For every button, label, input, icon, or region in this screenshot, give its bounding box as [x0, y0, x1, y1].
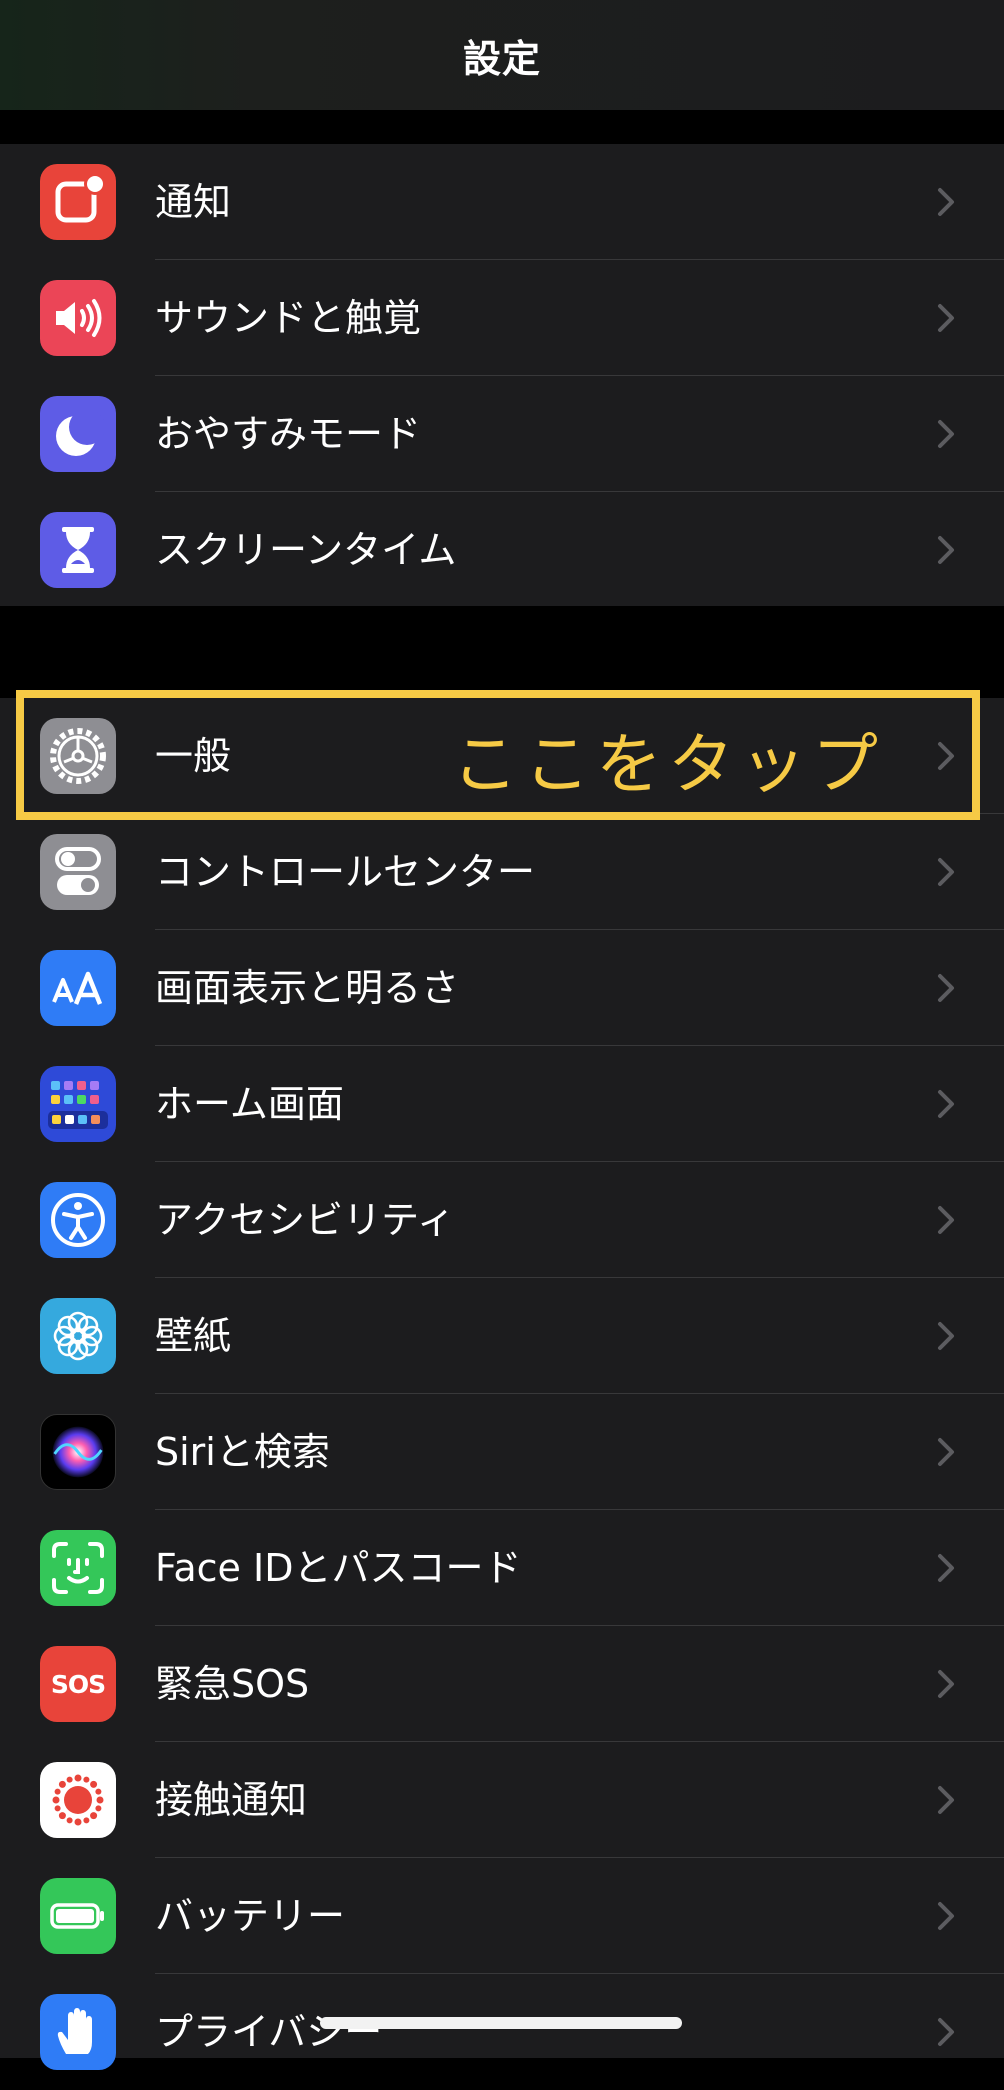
settings-row-label: スクリーンタイム — [155, 528, 457, 572]
chevron-right-icon — [938, 858, 954, 886]
settings-row-wallpaper[interactable]: 壁紙 — [0, 1278, 1004, 1394]
settings-row-label: おやすみモード — [155, 412, 422, 456]
notification-icon — [40, 164, 116, 240]
settings-row-battery[interactable]: バッテリー — [0, 1858, 1004, 1974]
chevron-right-icon — [938, 1206, 954, 1234]
flower-icon — [40, 1298, 116, 1374]
settings-row-control-center[interactable]: コントロールセンター — [0, 814, 1004, 930]
chevron-right-icon — [938, 1902, 954, 1930]
settings-row-label: アクセシビリティ — [155, 1198, 455, 1242]
chevron-right-icon — [938, 1786, 954, 1814]
settings-row-label: 壁紙 — [155, 1314, 232, 1358]
chevron-right-icon — [938, 1090, 954, 1118]
settings-row-sounds[interactable]: サウンドと触覚 — [0, 260, 1004, 376]
home-indicator[interactable] — [320, 2017, 682, 2029]
toggles-icon — [40, 834, 116, 910]
sos-icon: SOS — [40, 1646, 116, 1722]
settings-row-label: 緊急SOS — [155, 1662, 310, 1706]
chevron-right-icon — [938, 974, 954, 1002]
chevron-right-icon — [938, 420, 954, 448]
chevron-right-icon — [938, 536, 954, 564]
battery-icon — [40, 1878, 116, 1954]
settings-row-home-screen[interactable]: ホーム画面 — [0, 1046, 1004, 1162]
exposure-icon — [40, 1762, 116, 1838]
chevron-right-icon — [938, 1322, 954, 1350]
speaker-icon — [40, 280, 116, 356]
settings-row-face-id[interactable]: Face IDとパスコード — [0, 1510, 1004, 1626]
accessibility-icon — [40, 1182, 116, 1258]
settings-row-screen-time[interactable]: スクリーンタイム — [0, 492, 1004, 608]
settings-row-display[interactable]: 画面表示と明るさ — [0, 930, 1004, 1046]
settings-row-label: Face IDとパスコード — [155, 1546, 522, 1590]
chevron-right-icon — [938, 2018, 954, 2046]
hourglass-icon — [40, 512, 116, 588]
settings-row-label: バッテリー — [155, 1894, 346, 1938]
hand-icon — [40, 1994, 116, 2070]
navigation-bar: 設定 — [0, 0, 1004, 110]
settings-row-accessibility[interactable]: アクセシビリティ — [0, 1162, 1004, 1278]
chevron-right-icon — [938, 1554, 954, 1582]
settings-row-label: 接触通知 — [155, 1778, 308, 1822]
settings-row-privacy[interactable]: プライバシー — [0, 1974, 1004, 2090]
chevron-right-icon — [938, 1670, 954, 1698]
page-title: 設定 — [462, 36, 541, 81]
settings-row-notifications[interactable]: 通知 — [0, 144, 1004, 260]
chevron-right-icon — [938, 304, 954, 332]
settings-row-emergency-sos[interactable]: SOS 緊急SOS — [0, 1626, 1004, 1742]
settings-row-do-not-disturb[interactable]: おやすみモード — [0, 376, 1004, 492]
home-grid-icon — [40, 1066, 116, 1142]
faceid-icon — [40, 1530, 116, 1606]
siri-icon — [40, 1414, 116, 1490]
chevron-right-icon — [938, 1438, 954, 1466]
settings-row-label: サウンドと触覚 — [155, 296, 422, 340]
settings-row-label: 画面表示と明るさ — [155, 966, 460, 1010]
tap-here-callout: ここをタップ — [452, 726, 884, 803]
text-size-icon — [40, 950, 116, 1026]
moon-icon — [40, 396, 116, 472]
settings-row-label: コントロールセンター — [155, 850, 536, 894]
settings-group-2: 一般 コントロールセンター 画面表示と明るさ ホーム画面 アクセシビリティ 壁紙… — [0, 698, 1004, 2070]
settings-group-1: 通知 サウンドと触覚 おやすみモード スクリーンタイム — [0, 144, 1004, 606]
settings-row-exposure-notifications[interactable]: 接触通知 — [0, 1742, 1004, 1858]
settings-row-label: プライバシー — [155, 2010, 383, 2054]
settings-row-label: ホーム画面 — [155, 1082, 344, 1126]
settings-row-label: Siriと検索 — [155, 1430, 330, 1474]
settings-row-siri-search[interactable]: Siriと検索 — [0, 1394, 1004, 1510]
settings-row-label: 通知 — [155, 180, 232, 224]
chevron-right-icon — [938, 188, 954, 216]
